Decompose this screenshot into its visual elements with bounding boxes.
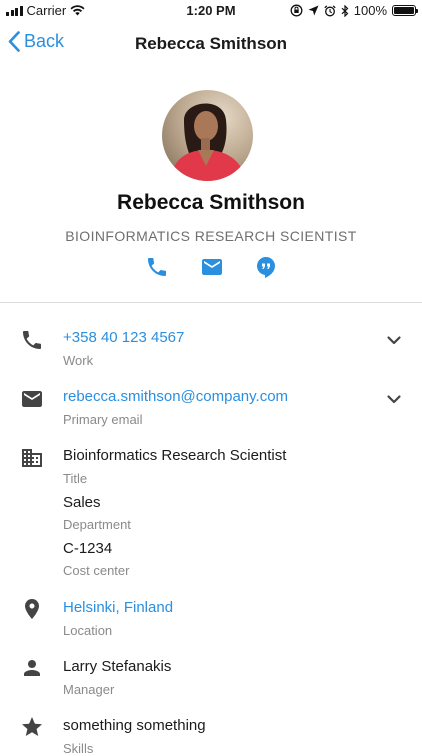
email-icon[interactable]	[200, 255, 224, 279]
job-title: BIOINFORMATICS RESEARCH SCIENTIST	[65, 228, 357, 244]
cost-center-label: Cost center	[63, 563, 130, 578]
email-label: Primary email	[63, 412, 143, 427]
location-icon	[308, 5, 319, 16]
email-icon	[22, 391, 42, 407]
avatar-photo	[162, 90, 253, 181]
section-divider	[0, 302, 422, 303]
location-label: Location	[63, 623, 113, 638]
alarm-icon	[324, 4, 336, 16]
skills-label: Skills	[63, 741, 94, 756]
building-icon	[22, 449, 42, 467]
contact-name: Rebecca Smithson	[117, 191, 305, 214]
email-value[interactable]: rebecca.smithson@company.com	[63, 388, 288, 405]
skills-value: something something	[63, 717, 206, 734]
phone-label: Work	[63, 353, 94, 368]
title-value: Bioinformatics Research Scientist	[63, 447, 287, 464]
manager-value[interactable]: Larry Stefanakis	[63, 658, 171, 675]
chevron-down-icon[interactable]	[384, 330, 404, 350]
phone-icon[interactable]	[145, 255, 169, 279]
phone-icon	[23, 331, 41, 349]
phone-value[interactable]: +358 40 123 4567	[63, 329, 184, 346]
lock-rotation-icon	[290, 4, 303, 17]
cost-center-value: C-1234	[63, 540, 113, 557]
title-label: Title	[63, 471, 88, 486]
bluetooth-icon	[341, 4, 349, 17]
navigation-bar: Back Rebecca Smithson	[0, 22, 422, 66]
battery-percent: 100%	[353, 3, 387, 18]
person-icon	[24, 660, 40, 676]
page-title: Rebecca Smithson	[134, 34, 288, 53]
avatar	[162, 90, 253, 181]
contact-actions	[0, 255, 422, 279]
status-bar: Carrier 1:20 PM 100%	[0, 0, 422, 22]
location-value[interactable]: Helsinki, Finland	[63, 599, 173, 616]
manager-label: Manager	[63, 682, 115, 697]
battery-icon	[392, 5, 418, 16]
status-bar-right: 100%	[290, 3, 418, 18]
chevron-down-icon[interactable]	[384, 389, 404, 409]
star-icon	[22, 717, 42, 736]
department-label: Department	[63, 517, 131, 532]
location-pin-icon	[25, 599, 39, 619]
department-value: Sales	[63, 494, 101, 511]
chat-bubble-icon[interactable]	[254, 255, 278, 279]
